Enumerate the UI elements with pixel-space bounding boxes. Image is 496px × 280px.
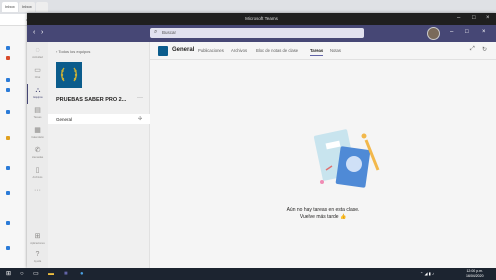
tab-notes[interactable]: Notas [330,48,341,53]
teams-window: Microsoft Teams – □ × ‹ › ⌕ Buscar – □ ×… [27,13,496,268]
maximize-icon[interactable]: □ [465,29,469,35]
app-bar-help[interactable]: ? Ayuda [27,248,48,268]
page-icon [6,56,10,60]
chevron-right-icon[interactable]: › [41,29,43,37]
page-icon [6,88,10,92]
page-icon [6,166,10,170]
window-title: Microsoft Teams [245,16,278,21]
avatar[interactable] [427,27,440,40]
app-bar-files[interactable]: ▯ Archivos [27,164,48,184]
refresh-icon[interactable]: ↻ [482,46,487,53]
page-icon [6,46,10,50]
more-icon[interactable]: ··· [137,95,143,101]
expand-icon[interactable]: ⤢ [470,46,475,53]
channel-header: General Publicaciones Archivos Bloc de n… [150,42,496,60]
page-icon [6,78,10,82]
app-bar-label: Calendario [31,136,44,139]
all-teams-link[interactable]: ‹ Todos los equipos [56,49,90,54]
calendar-icon: ▦ [34,127,41,134]
search-icon[interactable]: ○ [20,269,24,279]
minimize-icon[interactable]: – [457,15,460,21]
app-bar-more[interactable]: ··· [27,184,48,204]
taskbar-clock[interactable]: 12:00 p.m. 16/04/2020 [466,269,484,279]
laurel-icon [60,67,78,82]
maximize-icon[interactable]: □ [472,15,476,21]
assignments-icon: ▤ [34,107,41,114]
team-icon [158,46,168,56]
files-icon: ▯ [35,167,40,174]
empty-state-submessage: Vuelve más tarde 👍 [299,214,347,220]
app-bar-chat[interactable]: ▭ Chat [27,64,48,84]
page-icon [6,221,10,225]
app-bar-label: Archivos [32,176,43,179]
team-name[interactable]: PRUEBAS SABER PRO 2... [56,97,126,103]
page-icon [6,191,10,195]
windows-taskbar: ⊞ ○ ▭ ▬ ■ ● ⌃ ◢ ▮ ♪ 12:00 p.m. 16/04/202… [0,268,496,280]
browser-tab[interactable]: Inbox [19,2,35,12]
teams-taskbar-icon[interactable]: ■ [64,269,68,279]
app-bar-label: Tareas [33,116,42,119]
page-icon [6,110,10,114]
page-icon [6,136,10,140]
tab-class-notebook[interactable]: Bloc de notas de clase [256,48,298,53]
close-icon[interactable]: × [482,29,486,35]
tab-files[interactable]: Archivos [231,48,247,53]
app-bar-label: Actividad [32,56,43,59]
app-bar-label: Chat [34,76,41,79]
search-icon: ⌕ [154,29,158,35]
empty-assignments-illustration [313,129,380,188]
channel-title: General [172,47,195,53]
channel-settings-icon[interactable]: ✢ [138,116,142,122]
app-bar-calendar[interactable]: ▦ Calendario [27,124,48,144]
app-bar: ◌ Actividad ▭ Chat ⛬ Equipos ▤ Tareas ▦ … [27,42,48,268]
browser-tab-strip: Inbox Inbox [0,0,496,14]
team-logo [56,62,82,88]
channel-label: General [56,116,73,122]
more-icon: ··· [34,187,41,194]
empty-state-message: Aún no hay tareas en esta clase. [286,207,360,213]
app-bar-calls[interactable]: ✆ Llamadas [27,144,48,164]
teams-icon: ⛬ [35,87,41,94]
app-bar-apps[interactable]: ⊞ Aplicaciones [27,230,48,250]
windows-start-icon[interactable]: ⊞ [6,269,11,279]
system-tray-icons[interactable]: ⌃ ◢ ▮ ♪ [420,269,434,279]
team-panel: ‹ Todos los equipos PRUEBAS SABER PRO 2.… [48,42,150,268]
all-teams-label: Todos los equipos [58,49,91,54]
search-input[interactable]: ⌕ Buscar [150,28,364,38]
apps-icon: ⊞ [34,233,41,240]
app-bar-activity[interactable]: ◌ Actividad [27,44,48,64]
close-icon[interactable]: × [486,15,490,21]
phone-icon: ✆ [34,147,41,154]
browser-tab[interactable] [36,2,48,12]
app-bar-label: Ayuda [33,260,42,263]
channel-item-general[interactable]: General ✢ [48,114,150,124]
page-icon [6,246,10,250]
help-icon: ? [35,251,40,258]
teams-top-bar: ‹ › ⌕ Buscar – □ × [27,25,496,42]
app-bar-label: Equipos [33,96,43,99]
clock-date: 16/04/2020 [466,274,484,278]
app-bar-label: Llamadas [31,156,44,159]
browser-tab[interactable]: Inbox [2,2,18,12]
minimize-icon[interactable]: – [450,29,453,35]
search-placeholder: Buscar [162,30,177,35]
chat-icon: ▭ [34,67,41,74]
tab-assignments[interactable]: Tareas [310,48,324,56]
chevron-left-icon[interactable]: ‹ [33,29,35,37]
bell-icon: ◌ [35,47,40,54]
app-bar-label: Aplicaciones [30,242,45,245]
channel-content: General Publicaciones Archivos Bloc de n… [150,42,496,268]
app-bar-teams[interactable]: ⛬ Equipos [27,84,48,104]
window-title-bar: Microsoft Teams – □ × [27,13,496,25]
file-explorer-icon[interactable]: ▬ [48,269,54,279]
tab-posts[interactable]: Publicaciones [198,48,224,53]
browser-page-sidebar [0,26,28,268]
task-view-icon[interactable]: ▭ [33,269,39,279]
app-bar-assignments[interactable]: ▤ Tareas [27,104,48,124]
browser-taskbar-icon[interactable]: ● [80,269,84,279]
